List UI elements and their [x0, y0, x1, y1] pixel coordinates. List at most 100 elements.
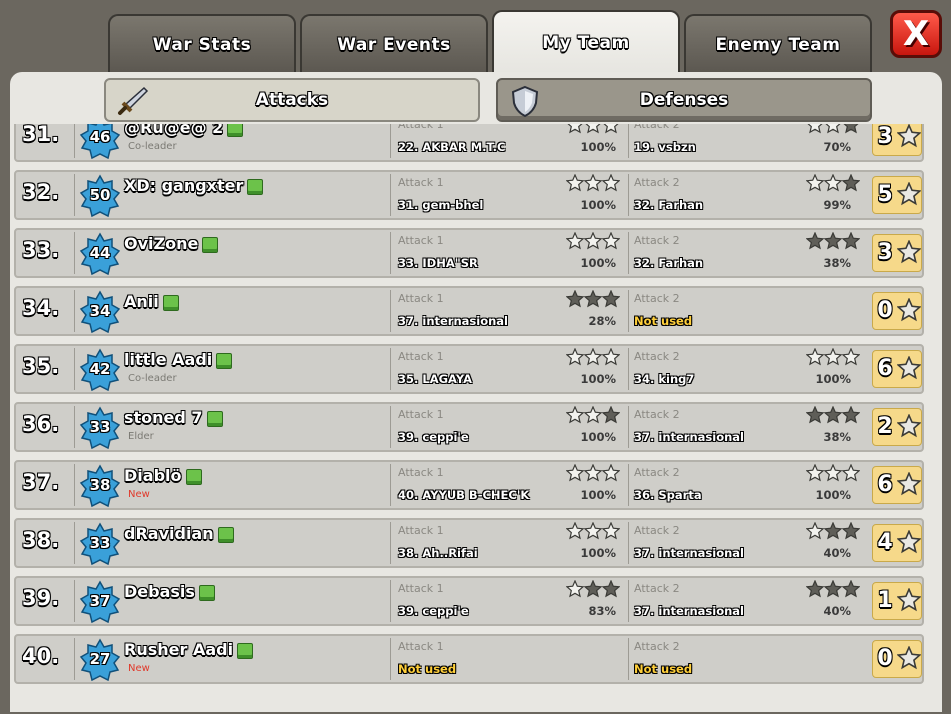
member-role: New [128, 663, 150, 674]
tab-enemy-team[interactable]: Enemy Team [684, 14, 872, 74]
star-icon [566, 406, 585, 424]
attack1-percent: 100% [580, 488, 616, 502]
attack1-target: 38. Ah..Rifai [398, 546, 478, 560]
shield-icon [511, 85, 539, 118]
star-icon [897, 472, 921, 496]
attack1-target: 39. ceppi'e [398, 604, 469, 618]
stars-total: 6 [877, 356, 893, 381]
attack1-stars [566, 232, 620, 250]
level-badge: 46 [78, 124, 122, 160]
attack2-stars [806, 464, 860, 482]
attack2-target: 37. internasional [634, 604, 744, 618]
star-icon [823, 348, 843, 366]
member-row[interactable]: 34. 34 Anii Attack 1 37. internasional 28% Att… [14, 286, 924, 336]
attack1-stars [566, 522, 620, 540]
star-icon [823, 580, 843, 598]
stars-total-box: 3 [872, 234, 922, 272]
attack2-stars [806, 580, 860, 598]
attacks-subtab[interactable]: Attacks [104, 78, 480, 122]
attack2-target: 34. king7 [634, 372, 695, 386]
member-level: 37 [89, 592, 111, 610]
stars-total-box: 3 [872, 124, 922, 156]
tab-war-events[interactable]: War Events [300, 14, 488, 74]
stars-total: 3 [877, 124, 893, 149]
star-icon [897, 240, 921, 264]
tab-war-stats[interactable]: War Stats [108, 14, 296, 74]
member-row[interactable]: 40. 27 Rusher Aadi New Attack 1 Not used Attac… [14, 634, 924, 684]
member-row[interactable]: 39. 37 Debasis Attack 1 39. ceppi'e 83% Attack… [14, 576, 924, 626]
star-icon [841, 174, 860, 192]
star-icon [806, 232, 825, 250]
attack1-label: Attack 1 [398, 350, 444, 363]
stars-total-box: 6 [872, 466, 922, 504]
member-role: Co-leader [128, 141, 177, 152]
member-level: 42 [89, 360, 111, 378]
member-role: Elder [128, 431, 154, 442]
attack2-target: 19. vsbzn [634, 140, 696, 154]
star-icon [897, 356, 921, 380]
attack1-stars [566, 348, 620, 366]
attack2-percent: 40% [823, 546, 851, 560]
member-level: 38 [89, 476, 111, 494]
member-row[interactable]: 33. 44 OviZone Attack 1 33. IDHA"SR 100% Attac… [14, 228, 924, 278]
attack2-percent: 38% [823, 256, 851, 270]
star-icon [583, 348, 603, 366]
member-name: Anii [124, 292, 179, 311]
member-row[interactable]: 35. 42 little Aadi Co-leader Attack 1 35. LAG… [14, 344, 924, 394]
attack2-target: Not used [634, 314, 693, 328]
member-rank: 35. [22, 354, 60, 378]
member-level: 34 [89, 302, 111, 320]
star-icon [601, 522, 620, 540]
member-level: 44 [89, 244, 111, 262]
member-role: Co-leader [128, 373, 177, 384]
star-icon [601, 290, 620, 308]
star-icon [825, 124, 841, 134]
star-icon [806, 580, 825, 598]
attack2-label: Attack 2 [634, 524, 680, 537]
attack2-label: Attack 2 [634, 176, 680, 189]
war-window: War Stats War Events My Team Enemy Team … [0, 0, 951, 714]
attack1-percent: 100% [580, 430, 616, 444]
star-icon [823, 174, 843, 192]
star-icon [806, 348, 825, 366]
level-badge: 33 [78, 522, 122, 566]
level-badge: 42 [78, 348, 122, 392]
stars-total-box: 1 [872, 582, 922, 620]
member-row[interactable]: 31. 46 @Rū@е@ 2 Co-leader Attack 1 22. AKBAR… [14, 124, 924, 162]
attack1-target: 35. LAGAYA [398, 372, 472, 386]
member-rank: 34. [22, 296, 60, 320]
star-icon [807, 124, 823, 134]
star-icon [806, 174, 825, 192]
attack1-target: Not used [398, 662, 457, 676]
member-row[interactable]: 36. 33 stoned 7 Elder Attack 1 39. ceppi'e 100… [14, 402, 924, 452]
defenses-subtab[interactable]: Defenses [496, 78, 872, 122]
attack1-stars [566, 580, 620, 598]
member-row[interactable]: 38. 33 dRavidian Attack 1 38. Ah..Rifai 100% A… [14, 518, 924, 568]
attack1-percent: 83% [588, 604, 616, 618]
member-name: Diablö [124, 466, 202, 485]
attack2-target: 32. Farhan [634, 256, 704, 270]
attack2-target: 37. internasional [634, 430, 744, 444]
star-icon [583, 406, 603, 424]
star-icon [823, 522, 843, 540]
attack1-target: 22. AKBAR M.T.C [398, 140, 506, 154]
tab-my-team[interactable]: My Team [492, 10, 680, 74]
star-icon [806, 406, 825, 424]
star-icon [841, 406, 860, 424]
star-icon [603, 124, 619, 134]
member-list[interactable]: 31. 46 @Rū@е@ 2 Co-leader Attack 1 22. AKBAR… [14, 124, 938, 714]
close-icon: X [902, 14, 930, 54]
star-icon [566, 348, 585, 366]
attack2-stars [806, 522, 860, 540]
member-level: 46 [89, 128, 111, 146]
attack1-percent: 100% [580, 256, 616, 270]
member-row[interactable]: 32. 50 XD: gangxter Attack 1 31. gem-bhel 100… [14, 170, 924, 220]
member-name: @Rū@е@ 2 [124, 124, 244, 137]
sword-icon [118, 86, 149, 115]
league-icon [247, 178, 264, 195]
member-name: Rusher Aadi [124, 640, 254, 659]
attack1-target: 33. IDHA"SR [398, 256, 478, 270]
member-row[interactable]: 37. 38 Diablö New Attack 1 40. AYYUB B-CHEC'K… [14, 460, 924, 510]
attack1-label: Attack 1 [398, 582, 444, 595]
close-button[interactable]: X [890, 10, 942, 58]
